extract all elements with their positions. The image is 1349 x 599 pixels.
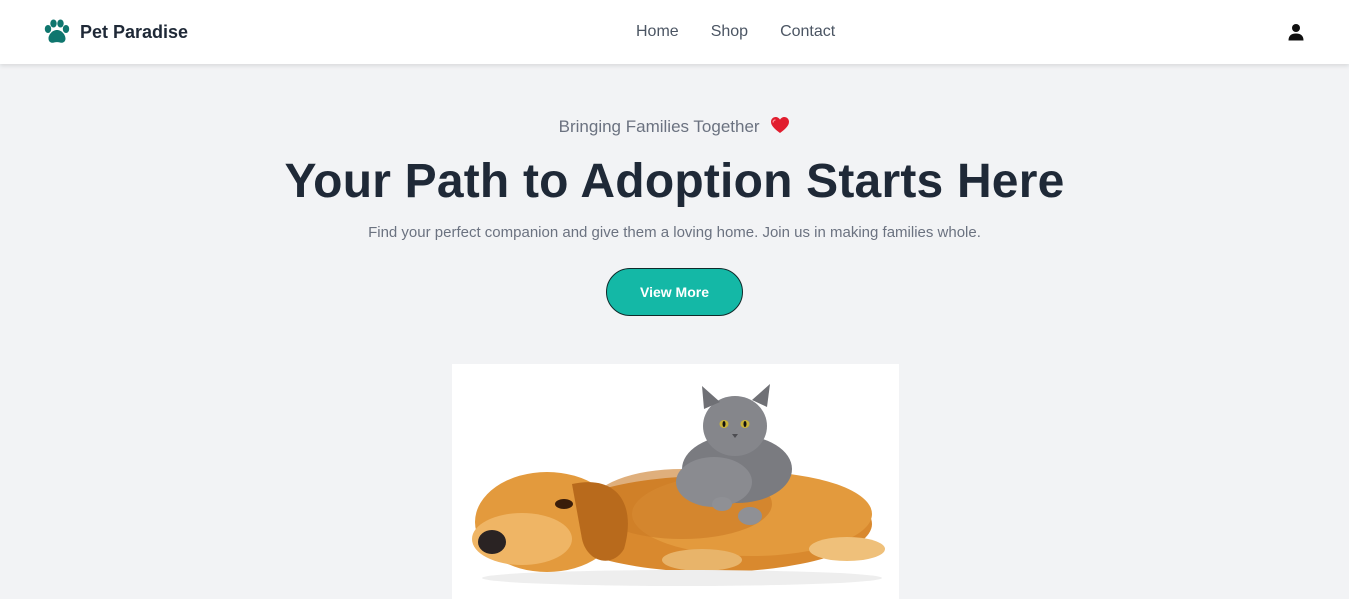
paw-icon	[44, 19, 70, 43]
dog-and-cat-image	[452, 364, 899, 599]
user-icon	[1288, 24, 1304, 41]
brand-link[interactable]: Pet Paradise	[42, 18, 188, 46]
tagline-text: Bringing Families Together	[558, 117, 760, 136]
hero-headline: Your Path to Adoption Starts Here	[284, 155, 1065, 208]
navbar: Pet Paradise Home Shop Contact	[0, 0, 1349, 64]
heart-icon	[771, 117, 790, 133]
nav-contact-link[interactable]: Contact	[780, 22, 835, 42]
brand-name: Pet Paradise	[80, 21, 189, 42]
hero-section: Bringing Families Together Your Path to …	[0, 64, 1349, 599]
hero-tagline: Bringing Families Together	[0, 116, 1349, 137]
view-more-button[interactable]: View More	[606, 268, 743, 316]
nav-shop-link[interactable]: Shop	[711, 22, 748, 42]
hero-subtext: Find your perfect companion and give the…	[368, 224, 981, 241]
user-account-button[interactable]	[1284, 20, 1308, 44]
nav-home-link[interactable]: Home	[636, 22, 679, 42]
main-nav: Home Shop Contact	[636, 22, 835, 42]
